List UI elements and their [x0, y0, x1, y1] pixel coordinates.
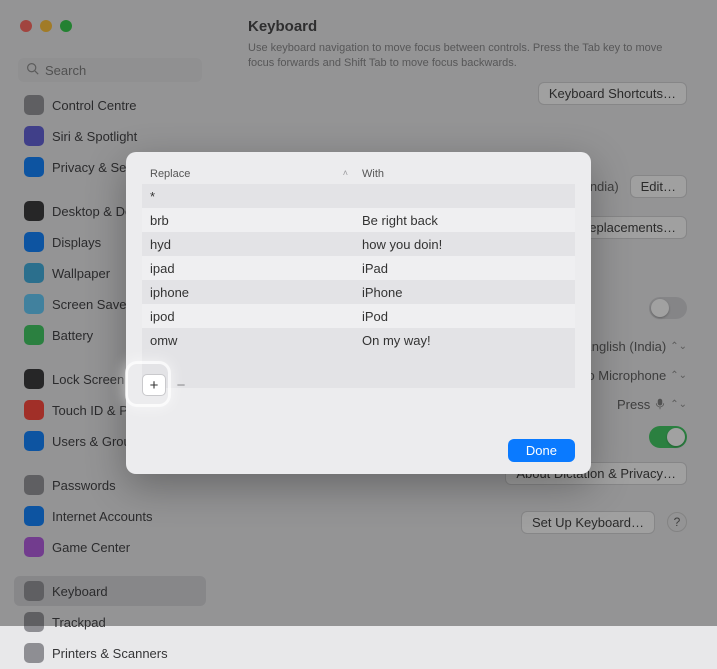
- table-row[interactable]: hydhow you doin!: [142, 232, 575, 256]
- cell-replace: hyd: [150, 237, 362, 252]
- remove-replacement-button[interactable]: −: [172, 374, 190, 396]
- table-row[interactable]: ipodiPod: [142, 304, 575, 328]
- printer-icon: [24, 643, 44, 663]
- table-row[interactable]: *: [142, 184, 575, 208]
- sort-indicator-icon: ˄: [343, 168, 348, 180]
- table-row[interactable]: ipadiPad: [142, 256, 575, 280]
- cell-with: Be right back: [362, 213, 567, 228]
- cell-with: On my way!: [362, 333, 567, 348]
- cell-with: iPhone: [362, 285, 567, 300]
- column-header-replace[interactable]: Replace: [150, 168, 190, 180]
- text-replacements-sheet: Replace ˄ With *brbBe right backhydhow y…: [126, 152, 591, 474]
- cell-replace: *: [150, 189, 362, 204]
- done-button[interactable]: Done: [508, 439, 575, 462]
- replacements-table: Replace ˄ With *brbBe right backhydhow y…: [142, 168, 575, 388]
- sidebar-item-printers-scanners[interactable]: Printers & Scanners: [14, 638, 206, 668]
- sidebar-item-label: Printers & Scanners: [52, 646, 168, 661]
- add-replacement-button[interactable]: +: [142, 374, 166, 396]
- cell-replace: ipod: [150, 309, 362, 324]
- cell-replace: ipad: [150, 261, 362, 276]
- table-row[interactable]: brbBe right back: [142, 208, 575, 232]
- cell-replace: brb: [150, 213, 362, 228]
- cell-replace: omw: [150, 333, 362, 348]
- cell-with: how you doin!: [362, 237, 567, 252]
- cell-replace: iphone: [150, 285, 362, 300]
- cell-with: iPod: [362, 309, 567, 324]
- cell-with: iPad: [362, 261, 567, 276]
- table-row[interactable]: iphoneiPhone: [142, 280, 575, 304]
- column-header-with[interactable]: With: [362, 168, 384, 180]
- table-row[interactable]: omwOn my way!: [142, 328, 575, 352]
